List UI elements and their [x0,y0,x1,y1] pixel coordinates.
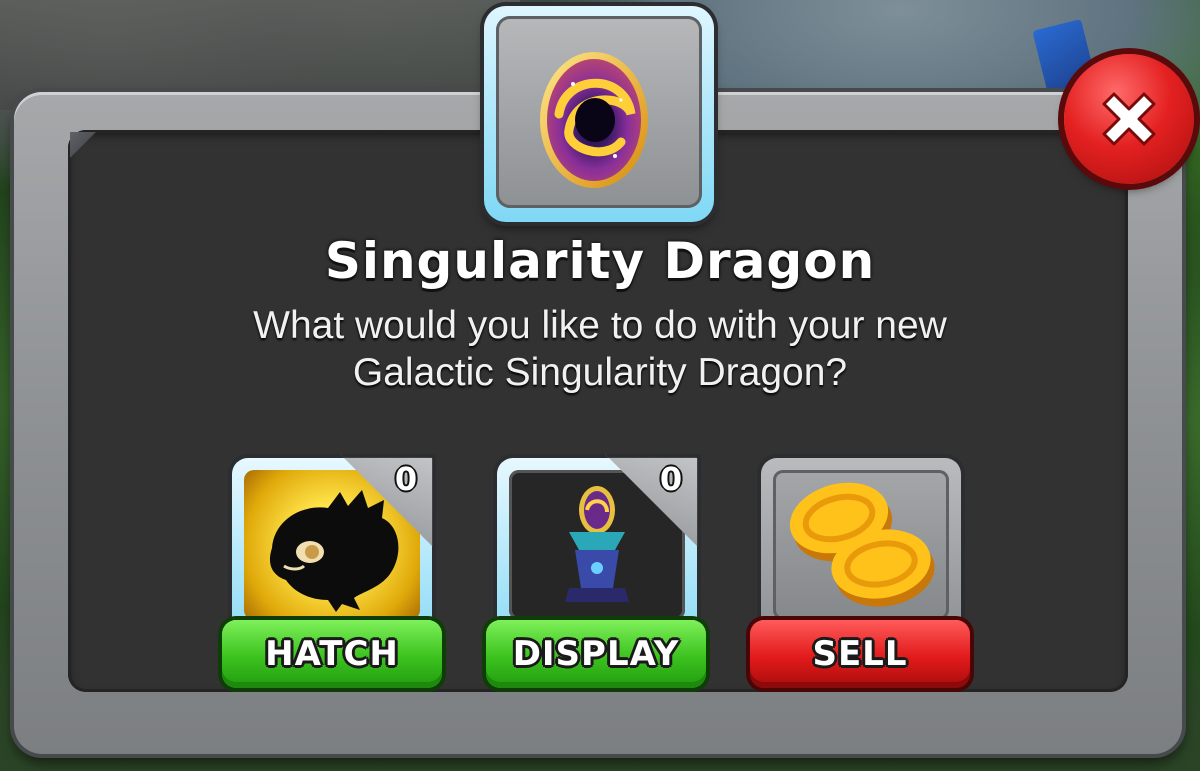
dialog-message-line2: Galactic Singularity Dragon? [352,351,848,394]
display-card[interactable]: 0 [497,454,701,634]
display-button[interactable]: DISPLAY [486,620,706,688]
sell-card-art [773,470,949,620]
close-x-icon [1102,92,1156,146]
display-count: 0 [659,460,683,498]
dialog-message: What would you like to do with your new … [150,302,1050,396]
close-button[interactable] [1064,54,1194,184]
dialog-title: Singularity Dragon [324,232,876,290]
hatch-count: 0 [394,460,418,498]
sell-button[interactable]: SELL [750,620,970,688]
galactic-egg-icon [540,52,648,188]
hatch-card[interactable]: 0 [232,454,436,634]
dialog-message-line1: What would you like to do with your new [253,304,947,347]
gold-coins-icon [789,482,935,607]
hatch-button[interactable]: HATCH [222,620,442,688]
sell-card[interactable] [761,458,961,634]
